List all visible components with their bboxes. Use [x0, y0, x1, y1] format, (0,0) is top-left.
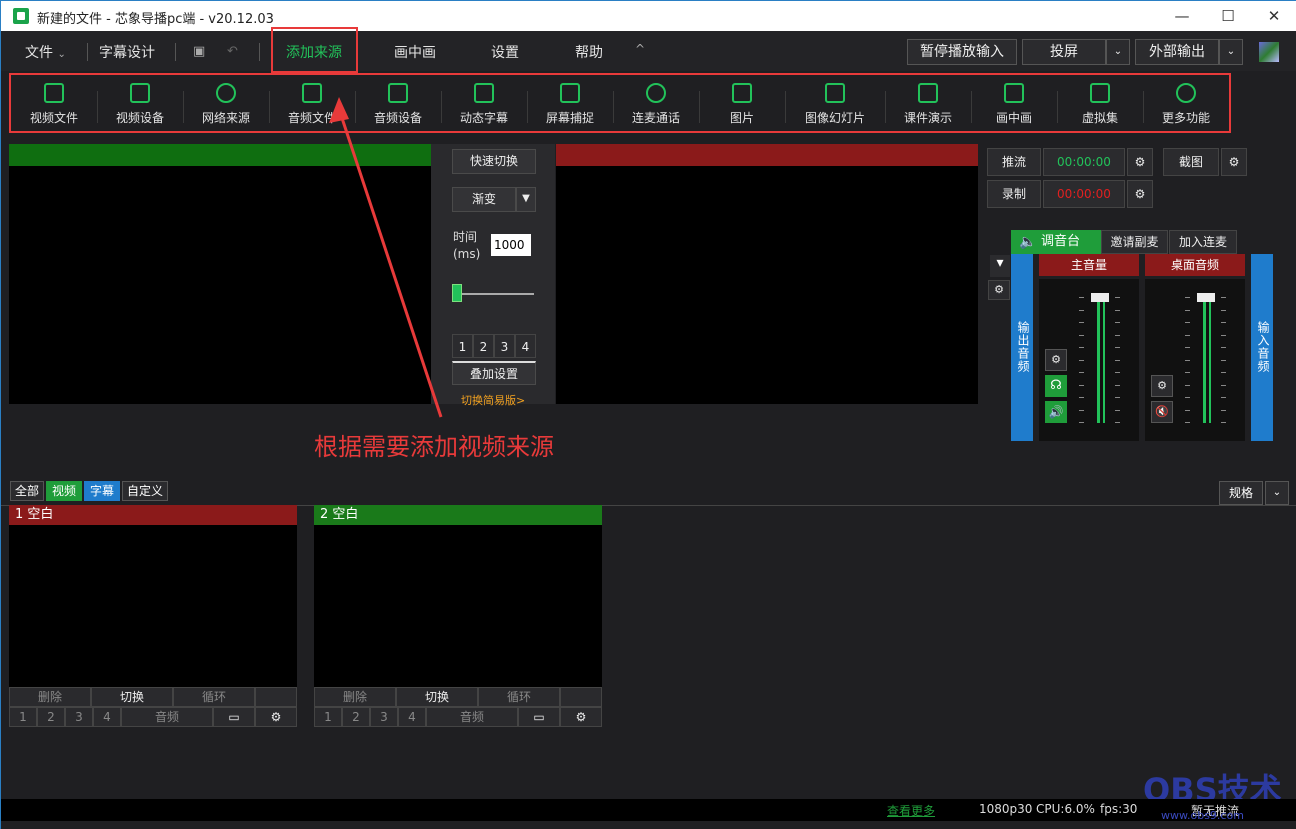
scene-card[interactable]: 1 空白 删除 切换 循环 1 2 3 4 音频 ▭ ⚙: [9, 505, 297, 727]
scene-card[interactable]: 2 空白 删除 切换 循环 1 2 3 4 音频 ▭ ⚙: [314, 505, 602, 727]
scene-control-row: 1 2 3 4 音频 ▭ ⚙: [314, 707, 602, 727]
scene-loop-button[interactable]: 循环: [173, 687, 255, 707]
app-logo-icon: [13, 8, 29, 24]
scene-header[interactable]: 2 空白: [314, 505, 602, 525]
scene-blank-cell: [560, 687, 602, 707]
spec-dropdown-icon[interactable]: ⌄: [1265, 481, 1289, 505]
scene-switch-button[interactable]: 切换: [91, 687, 173, 707]
close-button[interactable]: ✕: [1251, 1, 1296, 31]
scene-control-row: 1 2 3 4 音频 ▭ ⚙: [9, 707, 297, 727]
scene-action-row: 删除 切换 循环: [9, 687, 297, 707]
app-window: 新建的文件 - 芯象导播pc端 - v20.12.03 — ☐ ✕ 文件 ⌄ 字…: [0, 0, 1296, 829]
scene-slot-3[interactable]: 3: [370, 707, 398, 727]
scene-blank-cell: [255, 687, 297, 707]
scene-loop-button[interactable]: 循环: [478, 687, 560, 707]
view-more-link[interactable]: 查看更多: [887, 802, 935, 819]
scene-slot-2[interactable]: 2: [342, 707, 370, 727]
scene-slot-4[interactable]: 4: [398, 707, 426, 727]
filter-subtitle[interactable]: 字幕: [84, 481, 120, 501]
scene-slot-1[interactable]: 1: [314, 707, 342, 727]
maximize-button[interactable]: ☐: [1205, 1, 1251, 31]
filter-all[interactable]: 全部: [10, 481, 44, 501]
scene-slot-2[interactable]: 2: [37, 707, 65, 727]
scene-audio-button[interactable]: 音频: [121, 707, 213, 727]
status-bar: 查看更多 1080p30 CPU:6.0% fps:30 暂无推流 www.ob…: [1, 799, 1296, 822]
scene-slot-3[interactable]: 3: [65, 707, 93, 727]
monitor-icon[interactable]: ▭: [213, 707, 255, 727]
monitor-icon[interactable]: ▭: [518, 707, 560, 727]
scene-switch-button[interactable]: 切换: [396, 687, 478, 707]
title-bar: 新建的文件 - 芯象导播pc端 - v20.12.03 — ☐ ✕: [1, 1, 1296, 31]
spec-button[interactable]: 规格: [1219, 481, 1263, 505]
scene-audio-button[interactable]: 音频: [426, 707, 518, 727]
scene-settings-gear-icon[interactable]: ⚙: [560, 707, 602, 727]
filter-custom[interactable]: 自定义: [122, 481, 168, 501]
scene-settings-gear-icon[interactable]: ⚙: [255, 707, 297, 727]
scene-delete-button[interactable]: 删除: [314, 687, 396, 707]
scene-preview[interactable]: [9, 525, 297, 687]
scene-slot-4[interactable]: 4: [93, 707, 121, 727]
fps-text: fps:30: [1100, 802, 1138, 816]
scene-header[interactable]: 1 空白: [9, 505, 297, 525]
scene-action-row: 删除 切换 循环: [314, 687, 602, 707]
scene-delete-button[interactable]: 删除: [9, 687, 91, 707]
watermark-url: www.obs9.com: [1161, 809, 1244, 822]
resolution-text: 1080p30: [979, 802, 1033, 816]
scene-preview[interactable]: [314, 525, 602, 687]
scene-slot-1[interactable]: 1: [9, 707, 37, 727]
app-body: 文件 ⌄ 字幕设计 ▣ ↶ 添加来源 画中画 设置 帮助 ^ 暂停播放输入 投屏…: [1, 27, 1296, 829]
annotation-text: 根据需要添加视频来源: [314, 433, 554, 461]
window-title: 新建的文件 - 芯象导播pc端 - v20.12.03: [37, 12, 274, 27]
minimize-button[interactable]: —: [1159, 1, 1205, 31]
cpu-text: CPU:6.0%: [1036, 802, 1095, 816]
filter-video[interactable]: 视频: [46, 481, 82, 501]
